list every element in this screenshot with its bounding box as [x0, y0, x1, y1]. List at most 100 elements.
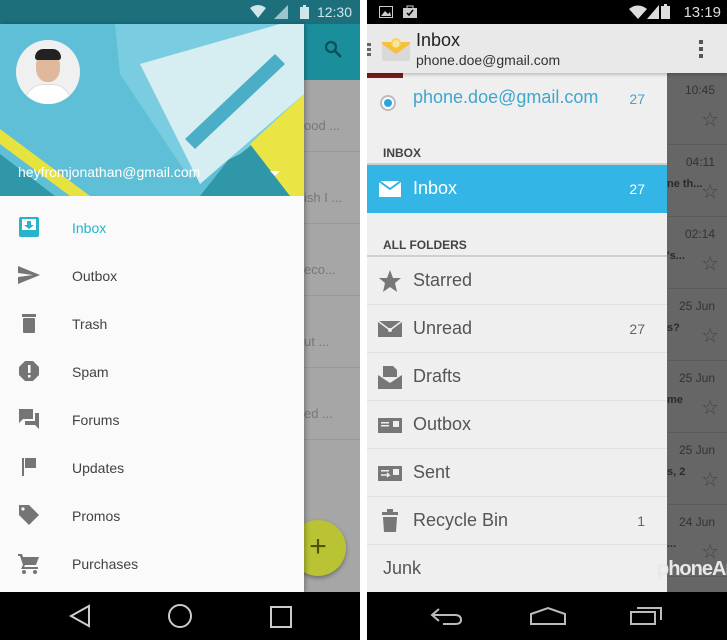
back-button[interactable]	[429, 606, 463, 626]
trash-icon	[22, 314, 36, 333]
recycle-bin-icon	[382, 509, 398, 532]
nav-item-spam[interactable]: Spam	[0, 348, 304, 396]
nav-item-outbox[interactable]: Outbox	[0, 252, 304, 300]
section-header-all-folders: ALL FOLDERS	[383, 238, 467, 252]
snippet: ood ...	[304, 118, 341, 133]
overflow-menu-icon[interactable]	[699, 40, 703, 61]
folder-item-outbox[interactable]: Outbox	[367, 401, 667, 449]
message-time: 25 Jun	[678, 371, 715, 385]
flag-icon	[22, 458, 36, 476]
background-message-list: 10:45 ☆ 04:11 ne th... ☆ 02:14's... ☆ 25 Jun…	[667, 73, 727, 592]
wifi-icon	[629, 5, 647, 19]
folder-label: Inbox	[413, 178, 458, 198]
folder-item-sent[interactable]: Sent	[367, 449, 667, 497]
system-nav-bar	[0, 592, 360, 640]
nav-item-purchases[interactable]: Purchases	[0, 540, 304, 588]
snippet: ne th...	[667, 178, 703, 190]
account-unread-count: 27	[629, 91, 645, 107]
account-radio[interactable]	[380, 95, 396, 111]
folder-item-drafts[interactable]: Drafts	[367, 353, 667, 401]
star-outline-icon: ☆	[701, 181, 719, 203]
folder-drawer: phone.doe@gmail.com 27 INBOX Inbox 27 AL…	[367, 73, 667, 592]
folder-label: Drafts	[413, 366, 462, 386]
folder-item-unread[interactable]: Unread 27	[367, 305, 667, 353]
nav-label: Outbox	[72, 268, 118, 284]
avatar[interactable]	[16, 40, 80, 104]
folder-count: 27	[629, 181, 645, 197]
nav-label: Spam	[72, 364, 109, 380]
outbox-icon	[378, 418, 402, 433]
inbox-icon	[19, 217, 39, 237]
folder-count: 27	[629, 321, 645, 337]
svg-text:@: @	[392, 41, 399, 48]
message-time: 25 Jun	[678, 299, 715, 313]
envelope-icon	[379, 181, 401, 197]
list-item: ood ...	[304, 80, 360, 152]
cart-icon	[18, 554, 39, 574]
drawer-toggle-icon[interactable]	[367, 43, 371, 56]
send-icon	[18, 266, 40, 284]
account-email: heyfromjonathan@gmail.com	[18, 164, 201, 180]
navigation-drawer: heyfromjonathan@gmail.com Inbox Outbox T…	[0, 24, 304, 592]
folder-label: Recycle Bin	[413, 510, 509, 530]
folder-label: Sent	[413, 462, 451, 482]
email-app-icon[interactable]: @	[381, 36, 411, 62]
nav-item-promos[interactable]: Promos	[0, 492, 304, 540]
folder-label: Starred	[413, 270, 473, 290]
status-time: 13:19	[683, 4, 721, 21]
list-item: eco...	[304, 224, 360, 296]
app-bar: @ Inbox phone.doe@gmail.com	[367, 24, 727, 73]
nav-label: Purchases	[72, 556, 139, 572]
folder-item-recycle-bin[interactable]: Recycle Bin 1	[367, 497, 667, 545]
nav-item-trash[interactable]: Trash	[0, 300, 304, 348]
star-outline-icon: ☆	[701, 253, 719, 275]
spam-icon	[19, 361, 39, 381]
section-header-inbox: INBOX	[383, 146, 422, 160]
image-icon	[379, 6, 393, 18]
back-button[interactable]	[68, 604, 92, 628]
account-color-bar	[367, 73, 403, 78]
divider	[360, 0, 367, 640]
sent-icon	[378, 466, 402, 481]
recents-button[interactable]	[269, 605, 293, 629]
nav-label: Updates	[72, 460, 125, 476]
status-bar: 12:30	[0, 0, 360, 24]
folder-item-starred[interactable]: Starred	[367, 257, 667, 305]
snippet: ut ...	[304, 334, 330, 349]
recents-button[interactable]	[629, 604, 665, 626]
account-row[interactable]: phone.doe@gmail.com 27	[367, 81, 667, 121]
folder-label: Unread	[413, 318, 473, 338]
app-subtitle: phone.doe@gmail.com	[416, 52, 561, 68]
list-item: 02:14 's... ☆	[667, 217, 727, 289]
list-item: 04:11 ne th... ☆	[667, 145, 727, 217]
account-dropdown-icon[interactable]	[270, 171, 280, 176]
status-bar: 13:19	[367, 0, 727, 24]
star-outline-icon: ☆	[701, 325, 719, 347]
nav-item-forums[interactable]: Forums	[0, 396, 304, 444]
snippet: s?	[667, 322, 680, 334]
star-icon	[379, 270, 401, 292]
search-icon[interactable]	[324, 40, 342, 58]
folder-item-inbox[interactable]: Inbox 27	[367, 165, 667, 213]
snippet: me	[667, 394, 683, 406]
tag-icon	[19, 505, 39, 525]
home-button[interactable]	[167, 603, 193, 629]
home-button[interactable]	[529, 606, 567, 626]
right-phone-screen: 13:19 @ Inbox phone.doe@gmail.com 10:45 ☆…	[367, 0, 727, 640]
star-outline-icon: ☆	[701, 109, 719, 131]
message-time: 25 Jun	[678, 443, 715, 457]
list-item: ut ...	[304, 296, 360, 368]
nav-item-inbox[interactable]: Inbox	[0, 204, 304, 252]
battery-icon	[300, 5, 309, 19]
message-time: 10:45	[684, 83, 715, 97]
star-outline-icon: ☆	[701, 397, 719, 419]
snippet: eco...	[304, 262, 336, 277]
folder-item-junk[interactable]: Junk	[367, 545, 667, 593]
star-outline-icon: ☆	[701, 469, 719, 491]
list-item: 25 Jun me ☆	[667, 361, 727, 433]
nav-item-updates[interactable]: Updates	[0, 444, 304, 492]
list-item: 25 Jun s, 2 ☆	[667, 433, 727, 505]
message-time: 24 Jun	[678, 515, 715, 529]
snippet: 's...	[667, 250, 685, 262]
battery-icon	[661, 4, 670, 19]
